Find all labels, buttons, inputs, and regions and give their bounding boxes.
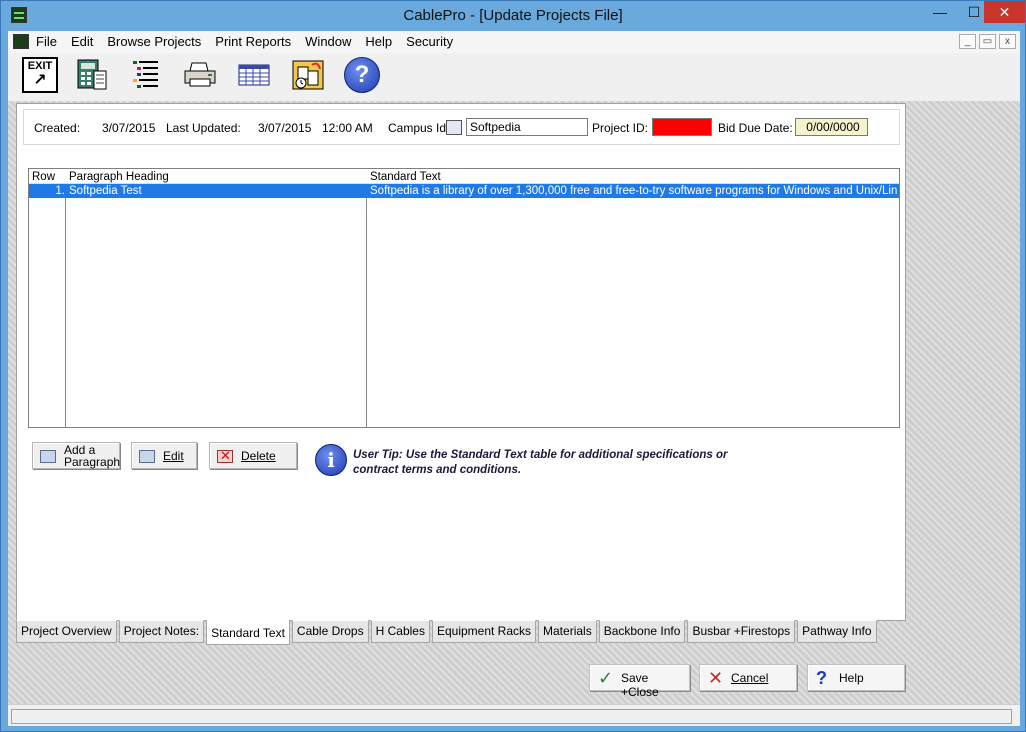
cancel-button[interactable]: ✕ Cancel <box>699 664 797 691</box>
standard-text-table[interactable]: Row Paragraph Heading Standard Text 1. S… <box>28 168 900 428</box>
row-standard-text: Softpedia is a library of over 1,300,000… <box>370 185 898 197</box>
campus-id-label: Campus Id: <box>388 121 450 135</box>
column-header-heading[interactable]: Paragraph Heading <box>69 170 169 184</box>
calendar-icon[interactable] <box>290 57 326 93</box>
mdi-minimize-button[interactable]: _ <box>959 34 976 49</box>
tab-busbar-firestops[interactable]: Busbar +Firestops <box>687 620 796 643</box>
project-id-label: Project ID: <box>592 121 649 135</box>
title-bar[interactable]: CablePro - [Update Projects File] — ☐ ✕ <box>1 1 1025 31</box>
tab-strip: Project Overview Project Notes: Standard… <box>16 620 879 645</box>
column-header-row[interactable]: Row <box>32 170 55 184</box>
tab-backbone-info[interactable]: Backbone Info <box>598 620 686 643</box>
tab-pathway-info[interactable]: Pathway Info <box>797 620 877 643</box>
menu-print-reports[interactable]: Print Reports <box>215 34 291 49</box>
table-header: Row Paragraph Heading Standard Text <box>29 169 899 184</box>
help-button[interactable]: ? Help <box>807 664 905 691</box>
add-paragraph-button[interactable]: Add a Paragraph <box>32 442 120 469</box>
created-value: 3/07/2015 <box>102 121 156 135</box>
delete-button[interactable]: Delete <box>209 442 297 469</box>
menu-file[interactable]: File <box>36 34 57 49</box>
tab-cable-drops[interactable]: Cable Drops <box>291 620 369 643</box>
menu-help[interactable]: Help <box>365 34 392 49</box>
exit-arrow-icon: ↗ <box>33 72 47 89</box>
edit-label: Edit <box>163 449 184 463</box>
spreadsheet-icon[interactable] <box>236 57 272 93</box>
menu-security[interactable]: Security <box>406 34 453 49</box>
tab-project-notes[interactable]: Project Notes: <box>118 620 205 643</box>
campus-lookup-icon[interactable] <box>446 120 462 135</box>
column-header-standard-text[interactable]: Standard Text <box>370 170 441 184</box>
last-updated-label: Last Updated: <box>166 121 241 135</box>
document-icon[interactable] <box>13 34 29 49</box>
question-icon: ? <box>816 668 827 688</box>
toolbar: EXIT ↗ ? <box>8 53 1020 101</box>
bid-due-date-field[interactable]: 0/00/0000 <box>795 118 868 136</box>
add-paragraph-label-2: Paragraph <box>64 455 121 469</box>
main-panel: Created: 3/07/2015 Last Updated: 3/07/20… <box>16 103 906 621</box>
row-column <box>29 169 66 427</box>
delete-icon <box>217 448 233 464</box>
heading-column <box>66 169 367 427</box>
menu-bar: File Edit Browse Projects Print Reports … <box>8 31 1020 53</box>
tab-h-cables[interactable]: H Cables <box>370 620 430 643</box>
window-title: CablePro - [Update Projects File] <box>403 7 623 24</box>
last-updated-date: 3/07/2015 <box>258 121 312 135</box>
created-label: Created: <box>34 121 81 135</box>
app-window: CablePro - [Update Projects File] — ☐ ✕ … <box>0 0 1026 732</box>
edit-icon <box>139 450 155 463</box>
status-field <box>11 709 1012 724</box>
tab-project-overview[interactable]: Project Overview <box>16 620 117 643</box>
exit-icon[interactable]: EXIT ↗ <box>22 57 58 93</box>
save-close-label: Save +Close <box>621 671 659 699</box>
mdi-close-button[interactable]: x <box>999 34 1016 49</box>
menu-edit[interactable]: Edit <box>71 34 93 49</box>
add-paragraph-icon <box>40 450 56 463</box>
cancel-x-icon: ✕ <box>708 668 724 688</box>
table-row[interactable]: 1. Softpedia Test Softpedia is a library… <box>29 184 899 198</box>
tab-standard-text[interactable]: Standard Text <box>206 620 290 645</box>
calculator-icon[interactable] <box>74 57 110 93</box>
close-button[interactable]: ✕ <box>984 1 1025 23</box>
user-tip-text: User Tip: Use the Standard Text table fo… <box>353 449 728 476</box>
exit-label: EXIT <box>27 60 53 72</box>
printer-icon[interactable] <box>182 57 218 93</box>
bid-due-date-label: Bid Due Date: <box>718 121 793 135</box>
minimize-button[interactable]: — <box>923 1 957 23</box>
tab-equipment-racks[interactable]: Equipment Racks <box>431 620 537 643</box>
tab-materials[interactable]: Materials <box>538 620 597 643</box>
status-bar <box>8 704 1020 726</box>
delete-label: Delete <box>241 449 276 463</box>
menu-browse-projects[interactable]: Browse Projects <box>107 34 201 49</box>
mdi-restore-button[interactable]: ▭ <box>979 34 996 49</box>
checkmark-icon: ✓ <box>598 668 614 688</box>
edit-button[interactable]: Edit <box>131 442 197 469</box>
save-close-button[interactable]: ✓ Save +Close <box>589 664 690 699</box>
row-number: 1. <box>55 185 65 197</box>
cancel-label: Cancel <box>731 671 769 685</box>
info-icon: i <box>315 444 347 476</box>
client-area: File Edit Browse Projects Print Reports … <box>8 31 1020 726</box>
row-heading: Softpedia Test <box>69 185 142 197</box>
project-info-bar: Created: 3/07/2015 Last Updated: 3/07/20… <box>23 109 900 145</box>
last-updated-time: 12:00 AM <box>322 121 373 135</box>
menu-window[interactable]: Window <box>305 34 351 49</box>
help-label: Help <box>839 671 864 685</box>
list-icon[interactable] <box>128 57 164 93</box>
help-icon[interactable]: ? <box>344 57 380 93</box>
project-id-field[interactable] <box>652 118 712 136</box>
campus-id-field[interactable]: Softpedia <box>466 118 588 136</box>
